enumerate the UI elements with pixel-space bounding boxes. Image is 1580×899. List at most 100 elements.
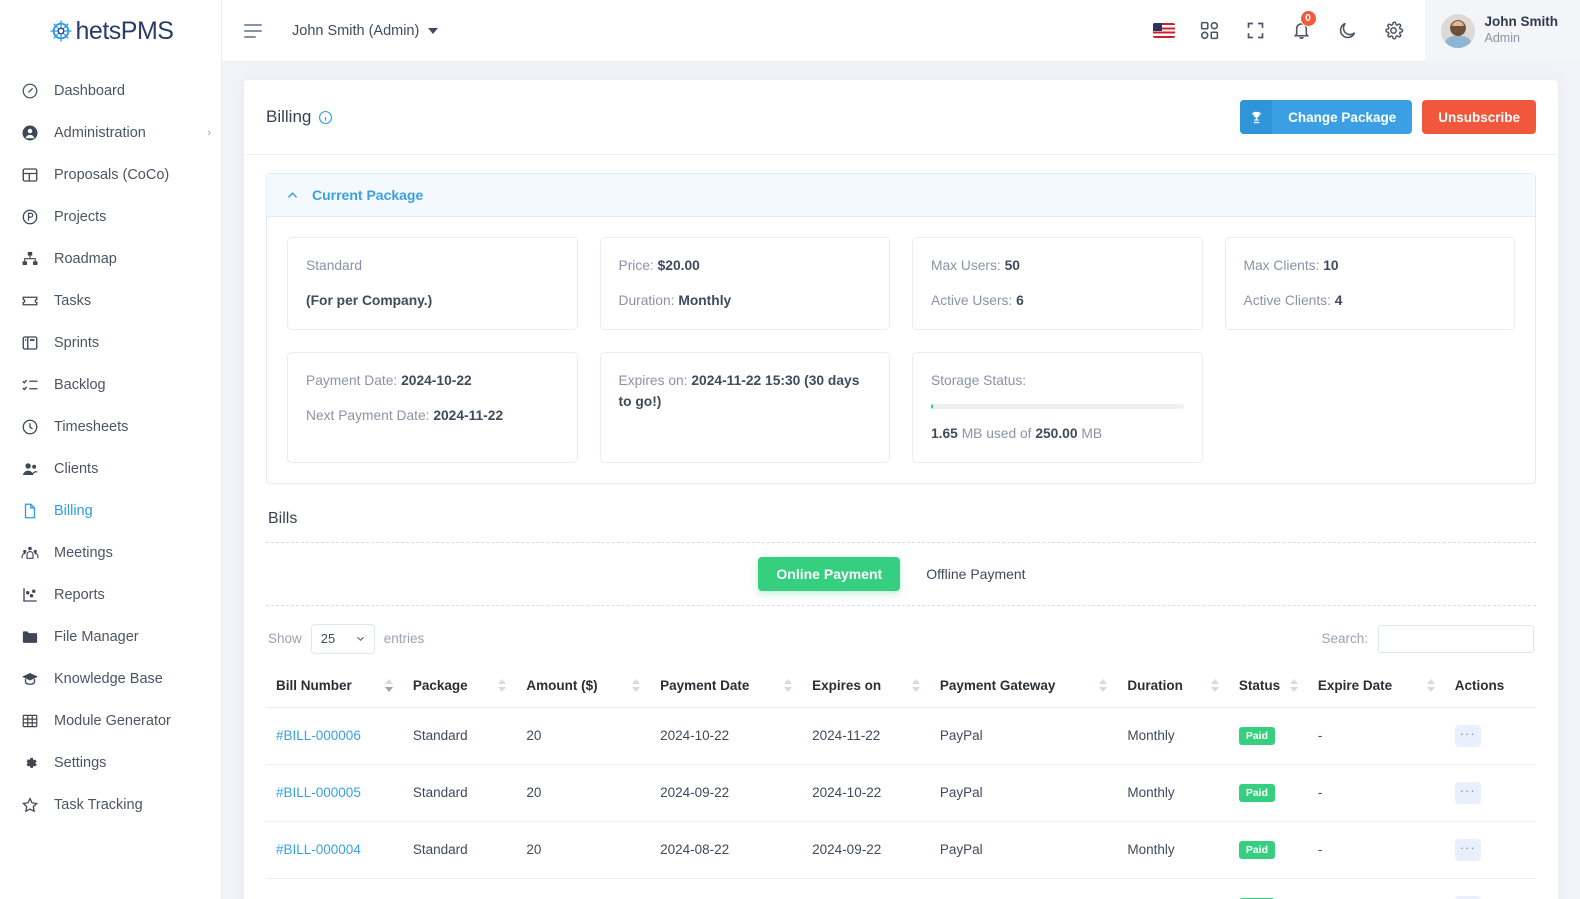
column-header-bill-number[interactable]: Bill Number (266, 665, 403, 708)
search-label: Search: (1321, 631, 1368, 646)
package-name-box: Standard (For per Company.) (287, 237, 578, 330)
sidebar-item-label: Projects (54, 209, 107, 225)
sidebar-item-module-generator[interactable]: Module Generator (0, 700, 221, 742)
sidebar-item-administration[interactable]: Administration › (0, 112, 221, 154)
tab-online-payment[interactable]: Online Payment (758, 556, 901, 591)
sidebar-item-billing[interactable]: Billing (0, 490, 221, 532)
cell-actions: ··· (1444, 878, 1536, 899)
chevron-down-icon (428, 27, 439, 34)
cell-payment-gateway: PayPal (929, 764, 1118, 822)
fullscreen-icon[interactable] (1233, 0, 1279, 62)
sidebar-item-timesheets[interactable]: Timesheets (0, 406, 221, 448)
user-circle-icon (20, 123, 40, 143)
settings-gear-icon[interactable] (1371, 0, 1417, 62)
sort-icon (784, 679, 793, 693)
sidebar-item-label: Administration (54, 125, 146, 141)
language-selector[interactable] (1141, 0, 1187, 62)
cell-duration: Monthly (1117, 707, 1229, 765)
hamburger-icon[interactable] (240, 18, 266, 44)
unsubscribe-button[interactable]: Unsubscribe (1422, 100, 1536, 134)
layout-icon (20, 165, 40, 185)
current-package-header[interactable]: Current Package (267, 174, 1535, 217)
list-check-icon (20, 375, 40, 395)
column-header-expire-date[interactable]: Expire Date (1307, 665, 1445, 708)
bills-section-title: Bills (268, 509, 298, 527)
moon-icon[interactable] (1325, 0, 1371, 62)
col-label: Expires on (812, 677, 882, 693)
max-clients-label: Max Clients: (1243, 258, 1320, 273)
info-circle-icon[interactable] (318, 110, 333, 125)
bill-number-link[interactable]: #BILL-000006 (276, 728, 361, 743)
brand-logo-area[interactable]: hetsPMS (0, 0, 221, 62)
sidebar-item-label: Knowledge Base (54, 671, 163, 687)
profile-menu[interactable]: John Smith Admin (1424, 0, 1580, 62)
bill-number-link[interactable]: #BILL-000005 (276, 785, 361, 800)
sidebar-item-label: Task Tracking (54, 797, 143, 813)
show-entries-control: Show 25 entries (268, 623, 424, 654)
cell-duration: Monthly (1117, 821, 1229, 879)
change-package-button[interactable]: Change Package (1240, 100, 1413, 134)
cell-duration: Monthly (1117, 764, 1229, 822)
sidebar-item-projects[interactable]: Projects (0, 196, 221, 238)
cell-expires-on: 2024-11-22 (802, 707, 930, 765)
sidebar-item-file-manager[interactable]: File Manager (0, 616, 221, 658)
package-users-box: Max Users: 50 Active Users: 6 (912, 237, 1203, 330)
file-icon (20, 501, 40, 521)
column-header-status[interactable]: Status (1228, 665, 1308, 708)
cell-duration: Monthly (1117, 878, 1229, 899)
row-actions-button[interactable]: ··· (1454, 895, 1481, 899)
column-header-package[interactable]: Package (402, 665, 517, 708)
entries-select[interactable]: 25 (310, 623, 375, 654)
billing-card-body: Current Package Standard (For per Compan… (244, 155, 1558, 899)
sidebar-item-task-tracking[interactable]: Task Tracking (0, 784, 221, 826)
column-header-payment-date[interactable]: Payment Date (650, 665, 803, 708)
payment-date-label: Payment Date: (306, 372, 398, 388)
table-controls: Show 25 entries Search: (266, 606, 1536, 666)
sidebar-item-tasks[interactable]: Tasks (0, 280, 221, 322)
sidebar-item-roadmap[interactable]: Roadmap (0, 238, 221, 280)
sidebar-item-sprints[interactable]: Sprints (0, 322, 221, 364)
row-actions-button[interactable]: ··· (1454, 781, 1481, 804)
ticket-icon (20, 291, 40, 311)
cell-package: Standard (402, 764, 517, 822)
duration-label: Duration: (618, 293, 675, 309)
search-input[interactable] (1378, 624, 1534, 653)
column-header-amount[interactable]: Amount ($) (516, 665, 651, 708)
sidebar-item-proposals[interactable]: Proposals (CoCo) (0, 154, 221, 196)
column-header-expires-on[interactable]: Expires on (802, 665, 930, 708)
column-header-duration[interactable]: Duration (1117, 665, 1229, 708)
package-grid-row-2: Payment Date: 2024-10-22 Next Payment Da… (287, 351, 1516, 463)
current-package-label: Current Package (312, 187, 424, 203)
grid-table-icon (20, 711, 40, 731)
tab-offline-payment[interactable]: Offline Payment (908, 557, 1043, 591)
sidebar-item-clients[interactable]: Clients (0, 448, 221, 490)
notifications-bell[interactable]: 0 (1279, 0, 1325, 62)
sidebar-item-reports[interactable]: Reports (0, 574, 221, 616)
bill-number-link[interactable]: #BILL-000004 (276, 842, 361, 857)
apps-grid-icon[interactable] (1187, 0, 1233, 62)
chets-logo-icon (49, 20, 72, 42)
sidebar-item-label: Billing (54, 503, 93, 519)
col-label: Payment Gateway (939, 677, 1056, 693)
row-actions-button[interactable]: ··· (1454, 724, 1481, 747)
row-actions-button[interactable]: ··· (1454, 838, 1481, 861)
storage-used-unit: MB used of (957, 426, 1036, 442)
user-switch-dropdown[interactable]: John Smith (Admin) (292, 23, 439, 39)
sidebar-item-knowledge-base[interactable]: Knowledge Base (0, 658, 221, 700)
storage-grid-spacer (1225, 352, 1516, 463)
sidebar-item-meetings[interactable]: Meetings (0, 532, 221, 574)
column-header-payment-gateway[interactable]: Payment Gateway (929, 665, 1118, 708)
sort-icon (498, 679, 507, 693)
sidebar-item-backlog[interactable]: Backlog (0, 364, 221, 406)
duration-value: Monthly (678, 293, 732, 309)
header-actions: Change Package Unsubscribe (1240, 100, 1536, 134)
chevron-down-icon (356, 636, 364, 642)
cell-bill-number: #BILL-000006 (266, 707, 403, 765)
topbar: John Smith (Admin) 0 John Smith Admin (222, 0, 1580, 62)
current-package-body: Standard (For per Company.) Price: $20.0… (267, 217, 1535, 483)
sidebar-item-dashboard[interactable]: Dashboard (0, 70, 221, 112)
current-package-panel: Current Package Standard (For per Compan… (266, 173, 1536, 484)
table-row: #BILL-000006 Standard 20 2024-10-22 2024-11-… (266, 707, 1536, 765)
sidebar-item-settings[interactable]: Settings (0, 742, 221, 784)
next-payment-date-label: Next Payment Date: (306, 408, 430, 424)
